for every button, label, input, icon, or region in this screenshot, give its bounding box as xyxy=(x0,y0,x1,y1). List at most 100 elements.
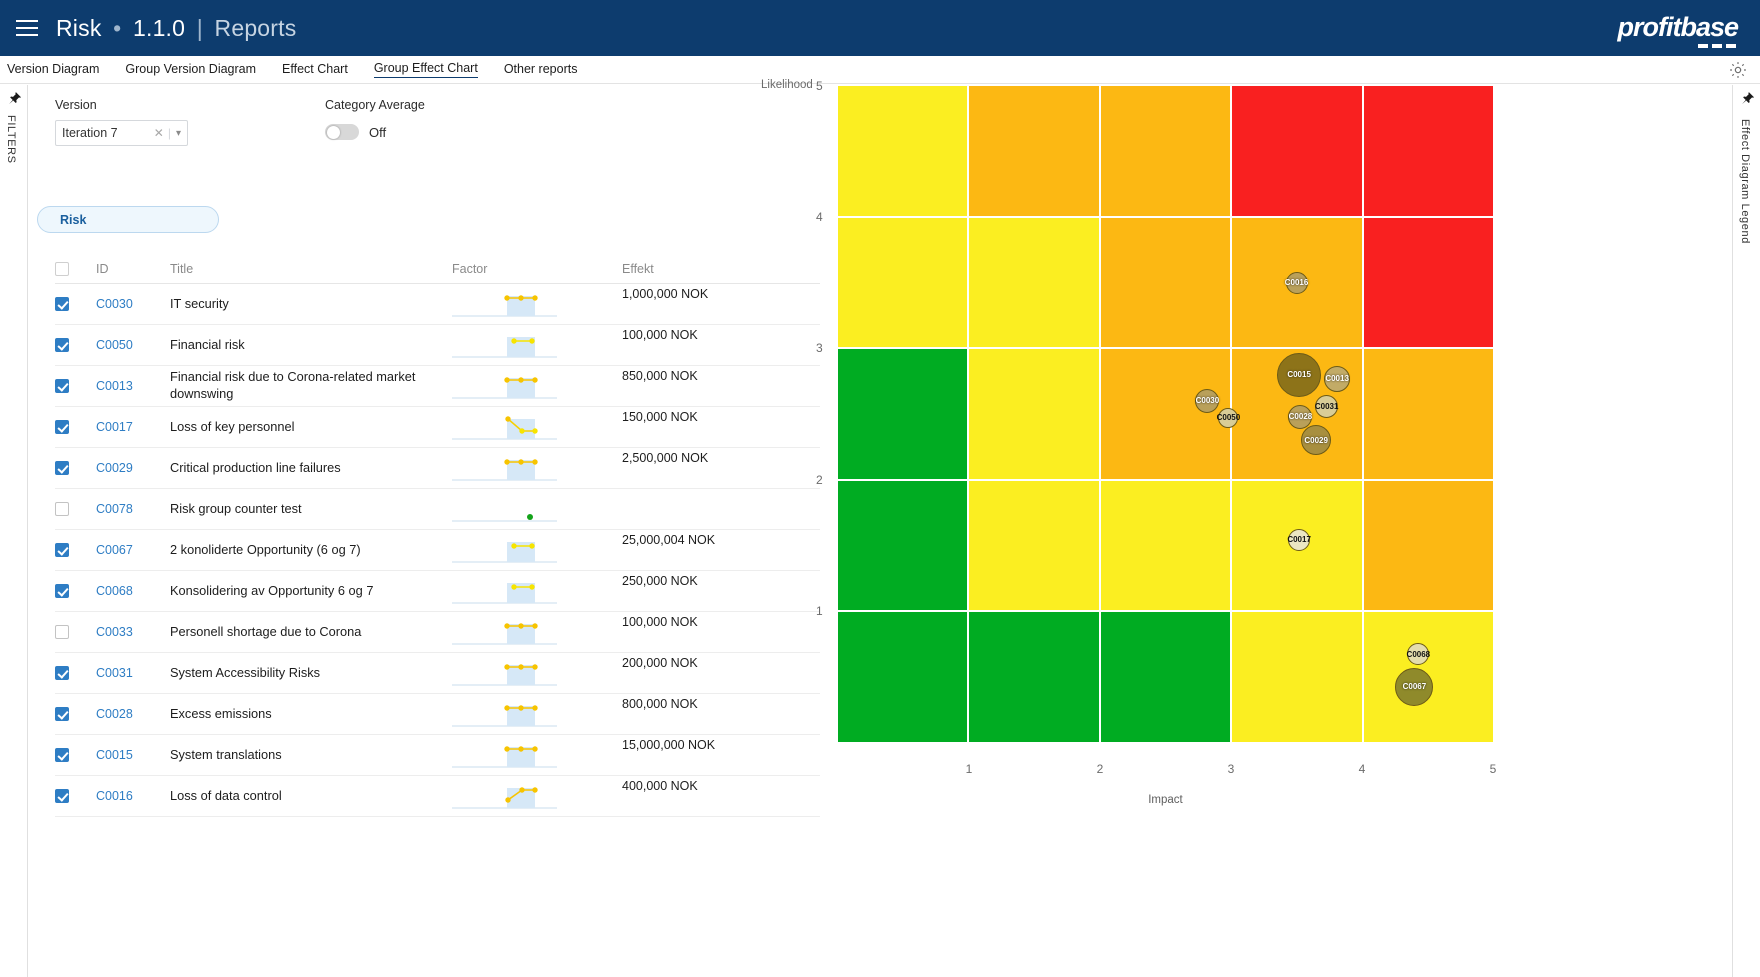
row-id[interactable]: C0030 xyxy=(96,284,170,324)
row-factor-sparkline xyxy=(452,776,622,816)
matrix-bubble[interactable]: C0029 xyxy=(1301,425,1332,456)
row-checkbox[interactable] xyxy=(55,543,69,557)
tab-group-version-diagram[interactable]: Group Version Diagram xyxy=(125,62,256,78)
row-effekt xyxy=(622,489,820,529)
row-checkbox-cell xyxy=(55,366,96,406)
table-row[interactable]: C0067 2 konoliderte Opportunity (6 og 7) 2… xyxy=(55,530,820,571)
row-id[interactable]: C0050 xyxy=(96,325,170,365)
row-checkbox[interactable] xyxy=(55,748,69,762)
row-effekt: 250,000 NOK xyxy=(622,574,698,588)
row-factor-sparkline xyxy=(452,366,622,406)
row-checkbox[interactable] xyxy=(55,379,69,393)
table-row[interactable]: C0017 Loss of key personnel 150,000 NOK xyxy=(55,407,820,448)
row-effekt: 1,000,000 NOK xyxy=(622,287,709,301)
row-id[interactable]: C0013 xyxy=(96,366,170,406)
settings-gear-icon[interactable] xyxy=(1728,60,1748,80)
row-title: Konsolidering av Opportunity 6 og 7 xyxy=(170,582,374,598)
table-row[interactable]: C0013 Financial risk due to Corona-relate… xyxy=(55,366,820,407)
row-effekt: 100,000 NOK xyxy=(622,615,698,629)
table-row[interactable]: C0078 Risk group counter test xyxy=(55,489,820,530)
row-checkbox[interactable] xyxy=(55,789,69,803)
table-row[interactable]: C0016 Loss of data control 400,000 NOK xyxy=(55,776,820,817)
row-title: Financial risk xyxy=(170,336,245,352)
row-checkbox[interactable] xyxy=(55,338,69,352)
matrix-bubble[interactable]: C0030 xyxy=(1195,388,1220,413)
page-title: Risk • 1.1.0 | Reports xyxy=(56,15,296,42)
chevron-down-icon[interactable]: ▾ xyxy=(176,128,181,139)
report-tabs: Version Diagram Group Version Diagram Ef… xyxy=(0,56,1760,84)
row-id[interactable]: C0031 xyxy=(96,653,170,693)
x-axis-tick: 5 xyxy=(1489,762,1497,776)
row-id[interactable]: C0078 xyxy=(96,489,170,529)
select-all-checkbox[interactable] xyxy=(55,261,69,276)
table-row[interactable]: C0029 Critical production line failures 2,… xyxy=(55,448,820,489)
tab-effect-chart[interactable]: Effect Chart xyxy=(282,62,348,78)
row-checkbox-cell xyxy=(55,448,96,488)
matrix-bubble[interactable]: C0068 xyxy=(1407,643,1430,666)
version-select[interactable]: Iteration 7 ✕ | ▾ xyxy=(55,120,188,146)
row-factor-sparkline xyxy=(452,407,622,447)
row-id[interactable]: C0016 xyxy=(96,776,170,816)
tab-group-effect-chart[interactable]: Group Effect Chart xyxy=(373,61,478,78)
legend-pin-icon[interactable] xyxy=(1739,91,1755,107)
risk-group-chip[interactable]: Risk xyxy=(37,206,219,233)
row-id[interactable]: C0067 xyxy=(96,530,170,570)
matrix-bubble[interactable]: C0016 xyxy=(1285,271,1308,294)
table-row[interactable]: C0050 Financial risk 100,000 NOK xyxy=(55,325,820,366)
hamburger-menu-icon[interactable] xyxy=(16,20,38,36)
row-id[interactable]: C0029 xyxy=(96,448,170,488)
x-axis-tick: 4 xyxy=(1358,762,1366,776)
row-checkbox[interactable] xyxy=(55,584,69,598)
row-checkbox[interactable] xyxy=(55,461,69,475)
matrix-bubble[interactable]: C0013 xyxy=(1324,365,1351,392)
close-icon[interactable]: ✕ xyxy=(154,126,164,140)
matrix-bubble[interactable]: C0031 xyxy=(1315,394,1338,418)
row-title: Financial risk due to Corona-related mar… xyxy=(170,369,416,401)
risk-table: ID Title Factor Effekt C0030 IT security 1… xyxy=(55,254,820,817)
matrix-bubble[interactable]: C0050 xyxy=(1217,407,1240,428)
row-checkbox[interactable] xyxy=(55,502,69,516)
row-factor-sparkline xyxy=(452,653,622,693)
matrix-bubble[interactable]: C0015 xyxy=(1277,352,1322,397)
row-factor-sparkline xyxy=(452,448,622,488)
row-checkbox[interactable] xyxy=(55,625,69,639)
title-pipe: | xyxy=(196,14,203,41)
legend-rail-label: Effect Diagram Legend xyxy=(1739,119,1751,244)
tab-other-reports[interactable]: Other reports xyxy=(504,62,578,78)
column-header-id: ID xyxy=(96,261,109,276)
title-separator: • xyxy=(113,14,122,41)
table-row[interactable]: C0068 Konsolidering av Opportunity 6 og 7… xyxy=(55,571,820,612)
row-title: System translations xyxy=(170,746,282,762)
matrix-bubble[interactable]: C0017 xyxy=(1287,528,1311,551)
x-axis-label: Impact xyxy=(1148,794,1183,806)
row-title: Risk group counter test xyxy=(170,500,302,516)
row-effekt: 400,000 NOK xyxy=(622,779,698,793)
row-id[interactable]: C0068 xyxy=(96,571,170,611)
row-id[interactable]: C0017 xyxy=(96,407,170,447)
row-factor-sparkline xyxy=(452,612,622,652)
row-id[interactable]: C0028 xyxy=(96,694,170,734)
row-checkbox[interactable] xyxy=(55,666,69,680)
table-row[interactable]: C0031 System Accessibility Risks 200,000 … xyxy=(55,653,820,694)
table-row[interactable]: C0033 Personell shortage due to Corona 100… xyxy=(55,612,820,653)
matrix-bubble[interactable]: C0028 xyxy=(1288,404,1313,429)
app-version: 1.1.0 xyxy=(132,14,186,41)
filters-rail-label: FILTERS xyxy=(5,115,17,164)
row-checkbox-cell xyxy=(55,571,96,611)
row-title: System Accessibility Risks xyxy=(170,664,321,680)
category-average-toggle[interactable] xyxy=(325,124,359,140)
row-checkbox[interactable] xyxy=(55,297,69,311)
row-checkbox[interactable] xyxy=(55,707,69,721)
pin-icon[interactable] xyxy=(6,91,22,107)
row-checkbox[interactable] xyxy=(55,420,69,434)
tab-version-diagram[interactable]: Version Diagram xyxy=(7,62,99,78)
matrix-bubble[interactable]: C0067 xyxy=(1395,667,1434,706)
row-effekt: 800,000 NOK xyxy=(622,697,698,711)
row-id[interactable]: C0033 xyxy=(96,612,170,652)
row-factor-sparkline xyxy=(452,735,622,775)
risk-matrix-chart: Likelihood 12345 C0016 C0030 C0050 C0015 C00… xyxy=(761,79,1728,976)
row-id[interactable]: C0015 xyxy=(96,735,170,775)
table-row[interactable]: C0015 System translations 15,000,000 NOK xyxy=(55,735,820,776)
table-row[interactable]: C0028 Excess emissions 800,000 NOK xyxy=(55,694,820,735)
table-row[interactable]: C0030 IT security 1,000,000 NOK xyxy=(55,284,820,325)
